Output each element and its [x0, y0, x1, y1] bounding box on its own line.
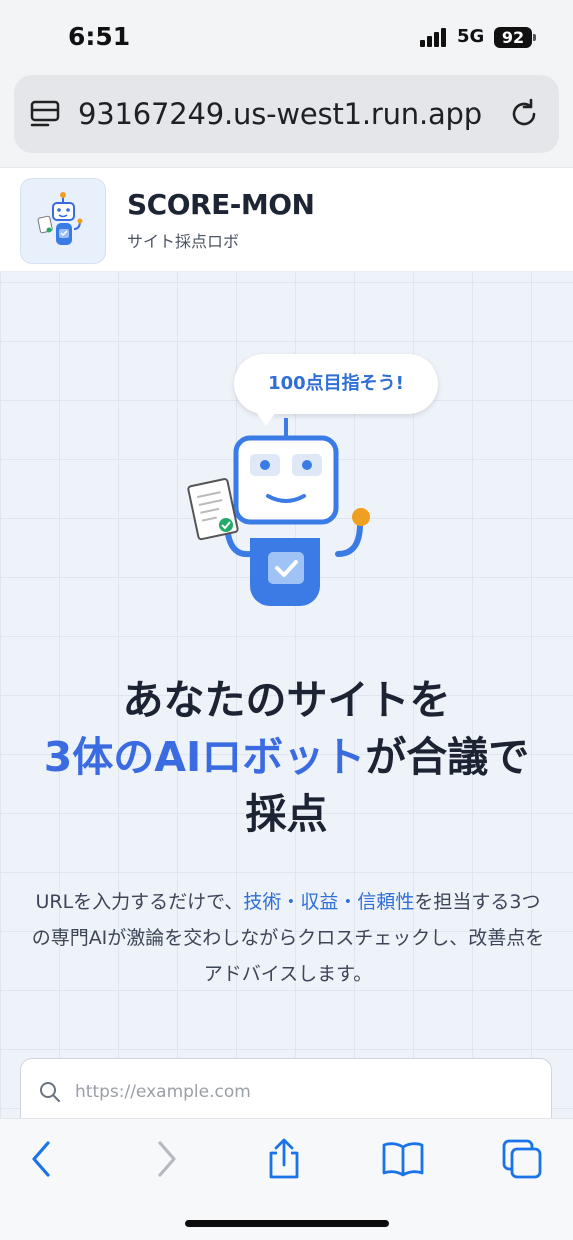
forward-icon[interactable]: [144, 1137, 188, 1181]
url-input-box[interactable]: [20, 1058, 552, 1118]
speech-bubble: 100点目指そう!: [234, 354, 438, 426]
home-indicator[interactable]: [185, 1220, 389, 1227]
headline-line-2-rest: が合議で: [365, 733, 530, 781]
search-icon: [40, 1082, 60, 1102]
headline-accent: 3体のAIロボット: [43, 733, 366, 781]
signal-icon: [420, 27, 450, 47]
hero-description: URLを入力するだけで、技術・収益・信頼性を担当する3つの専門AIが激論を交わし…: [26, 884, 550, 992]
brand-subtitle: サイト採点ロボ: [127, 232, 240, 251]
battery-icon: 92: [494, 27, 536, 48]
brand-name[interactable]: SCORE-MON: [127, 188, 315, 221]
url-text[interactable]: 93167249.us-west1.run.app: [78, 97, 482, 131]
status-bar: 6:51 5G 92: [0, 0, 573, 70]
url-input[interactable]: [75, 1075, 515, 1109]
bookmarks-icon[interactable]: [381, 1137, 425, 1181]
browser-address-area: 93167249.us-west1.run.app: [0, 70, 573, 167]
headline-line-1: あなたのサイトを: [122, 676, 451, 724]
page-menu-icon[interactable]: [30, 99, 64, 131]
hero-headline: あなたのサイトを 3体のAIロボットが合議で 採点: [0, 672, 573, 843]
hero-section: 100点目指そう! あなたのサイトを 3体のAIロボットが合議で 採点 URLを…: [0, 272, 573, 1118]
robot-logo-icon[interactable]: [20, 178, 106, 264]
robot-mascot-icon: [187, 418, 370, 606]
share-icon[interactable]: [262, 1137, 306, 1181]
site-header: SCORE-MON サイト採点ロボ: [0, 167, 573, 272]
address-bar[interactable]: 93167249.us-west1.run.app: [14, 75, 559, 153]
desc-accent: 技術・収益・信頼性: [243, 891, 415, 913]
back-icon[interactable]: [20, 1137, 64, 1181]
headline-line-3: 採点: [245, 790, 328, 838]
desc-part-1: URLを入力するだけで、: [35, 891, 244, 913]
network-type: 5G: [457, 26, 485, 47]
reload-icon[interactable]: [507, 97, 541, 131]
headline-line-2: 3体のAIロボットが合議で: [0, 729, 573, 786]
status-time: 6:51: [68, 22, 131, 51]
tabs-icon[interactable]: [500, 1137, 544, 1181]
